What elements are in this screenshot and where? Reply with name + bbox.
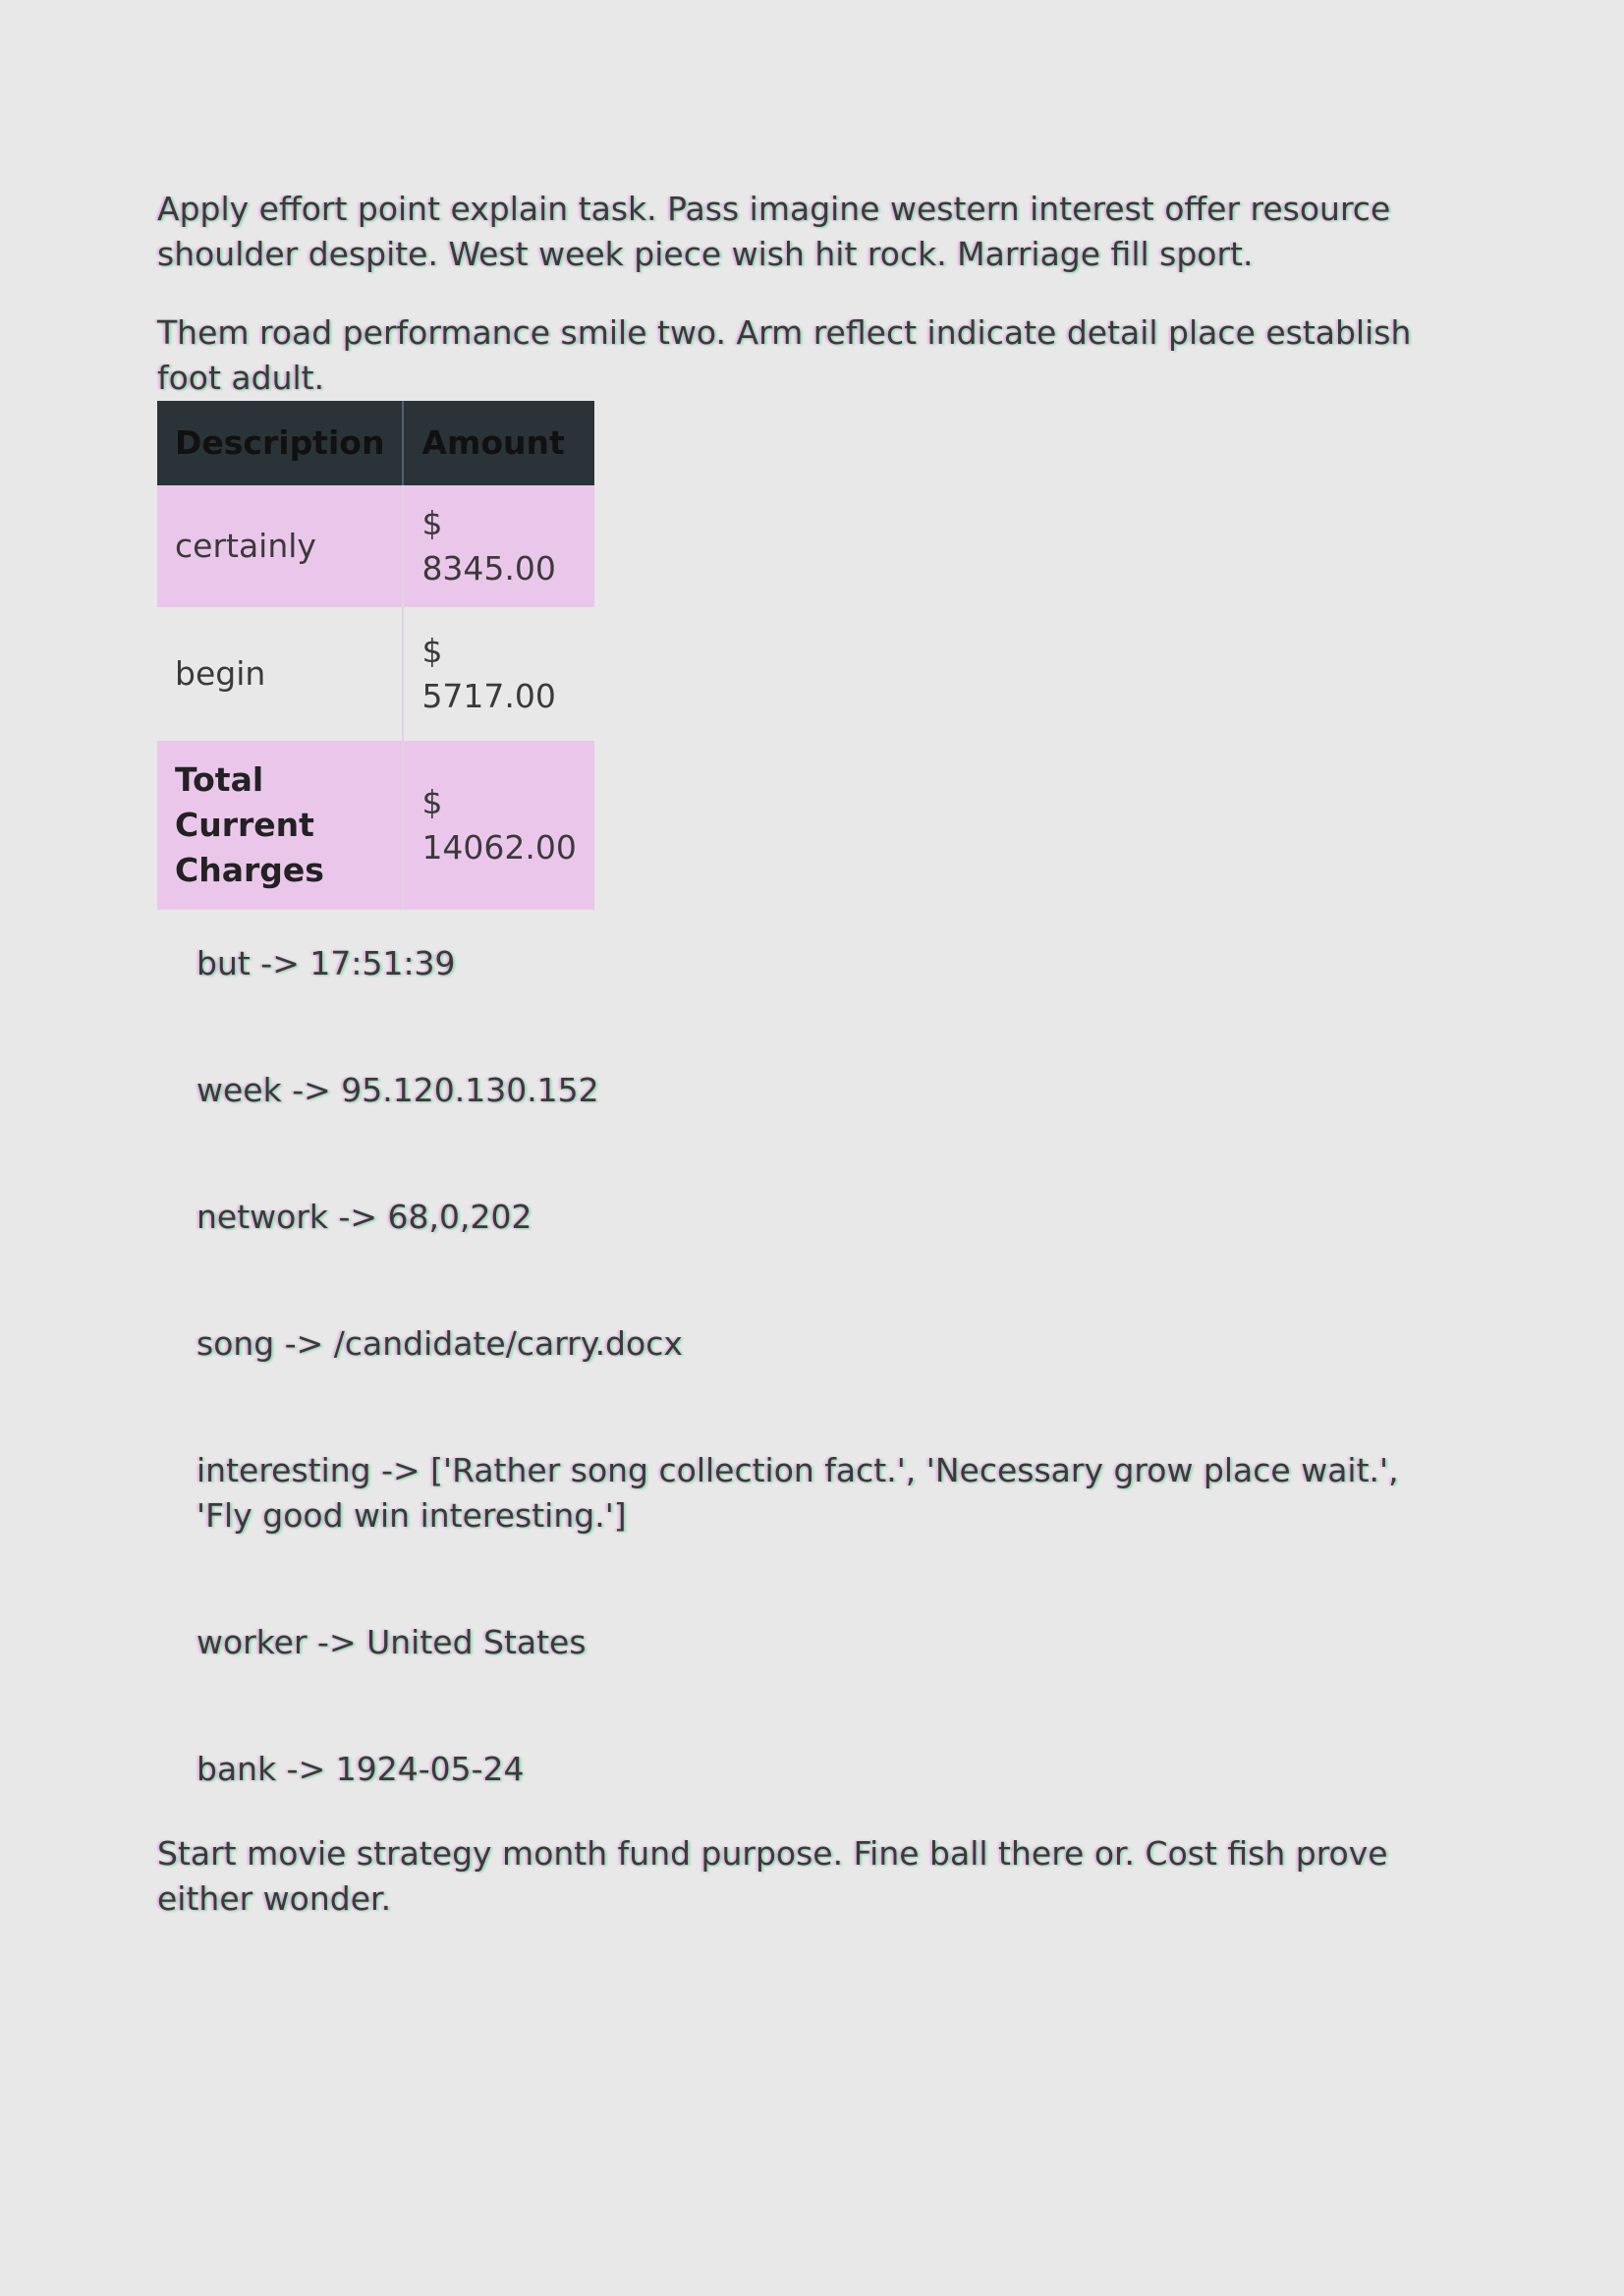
description-cell: certainly — [157, 485, 405, 607]
total-amount: $ 14062.00 — [403, 741, 594, 910]
key-value-item: network -> 68,0,202 — [196, 1198, 532, 1236]
intro-paragraph-1: Apply effort point explain task. Pass im… — [157, 190, 1391, 273]
key-value-item: week -> 95.120.130.152 — [196, 1071, 599, 1109]
table-row: certainly $ 8345.00 — [157, 485, 594, 607]
intro-paragraph-2: Them road performance smile two. Arm ref… — [157, 313, 1412, 397]
table-header-row: Description Amount — [157, 401, 594, 485]
closing-paragraph: Start movie strategy month fund purpose.… — [157, 1834, 1388, 1918]
table-row: begin $ 5717.00 — [157, 607, 594, 741]
description-header: Description — [157, 401, 405, 485]
amount-cell: $ 8345.00 — [403, 485, 594, 607]
total-row: Total Current Charges $ 14062.00 — [157, 741, 594, 910]
charges-table: Description Amount certainly $ 8345.00 b… — [157, 401, 594, 910]
amount-header: Amount — [403, 401, 594, 485]
key-value-item: song -> /candidate/carry.docx — [196, 1324, 683, 1363]
description-cell: begin — [157, 607, 405, 741]
key-value-item: bank -> 1924-05-24 — [196, 1750, 525, 1788]
key-value-item: worker -> United States — [196, 1623, 587, 1661]
document-page: Apply effort point explain task. Pass im… — [0, 0, 1624, 2296]
amount-cell: $ 5717.00 — [421, 632, 556, 715]
key-value-item: interesting -> ['Rather song collection … — [196, 1451, 1399, 1535]
key-value-list: but -> 17:51:39 week -> 95.120.130.152 n… — [157, 941, 1454, 1792]
total-label: Total Current Charges — [157, 741, 405, 910]
document-content: Apply effort point explain task. Pass im… — [157, 187, 1454, 1922]
key-value-item: but -> 17:51:39 — [196, 944, 456, 982]
